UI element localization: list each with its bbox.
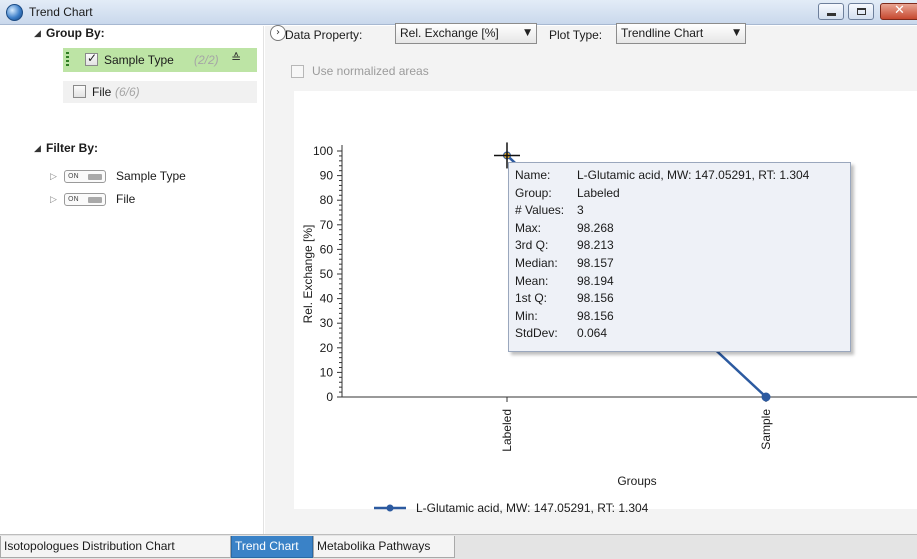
tooltip-key: 1st Q: xyxy=(515,291,548,306)
y-tick-label: 90 xyxy=(320,169,334,183)
expand-triangle-icon[interactable]: ▷ xyxy=(50,194,57,205)
toggle-knob xyxy=(88,197,102,203)
group-item-label: Sample Type xyxy=(104,53,174,67)
tooltip-row: StdDev: 0.064 xyxy=(515,326,607,342)
tooltip-row: 3rd Q: 98.213 xyxy=(515,238,614,254)
y-tick-label: 60 xyxy=(320,242,334,256)
tooltip-value: 98.268 xyxy=(577,220,614,235)
group-item-file[interactable]: File (6/6) xyxy=(63,81,257,103)
tooltip-value: 98.213 xyxy=(577,238,614,253)
drag-handle-icon[interactable] xyxy=(66,52,69,66)
plot-type-value: Trendline Chart xyxy=(621,26,704,40)
legend-marker xyxy=(386,504,394,512)
title-bar: Trend Chart ✕ xyxy=(0,0,917,25)
tooltip-value: L-Glutamic acid, MW: 147.05291, RT: 1.30… xyxy=(577,168,810,182)
y-tick-label: 50 xyxy=(320,267,334,281)
legend-label: L-Glutamic acid, MW: 147.05291, RT: 1.30… xyxy=(416,501,649,515)
toggle-on-label: ON xyxy=(68,172,79,180)
filter-item-label: File xyxy=(116,192,136,206)
tooltip-key: Mean: xyxy=(515,273,549,288)
group-item-sample-type[interactable]: ✓ Sample Type (2/2) ≙ xyxy=(63,48,257,72)
file-checkbox[interactable] xyxy=(73,85,86,98)
toggle-on-label: ON xyxy=(68,195,79,203)
data-point xyxy=(761,392,771,402)
expand-triangle-icon[interactable]: ▷ xyxy=(50,171,57,182)
close-button[interactable]: ✕ xyxy=(880,3,917,20)
tooltip-key: 3rd Q: xyxy=(515,238,549,253)
plot-type-select[interactable]: Trendline Chart ▼ xyxy=(616,23,746,44)
app-icon xyxy=(6,4,23,21)
tooltip-value: 98.156 xyxy=(577,291,614,306)
tab-trend-chart[interactable]: Trend Chart xyxy=(231,536,313,558)
x-axis-title: Groups xyxy=(617,474,656,488)
plot-type-label: Plot Type: xyxy=(549,28,603,42)
dropdown-arrow-icon: ▼ xyxy=(733,28,740,38)
y-tick-label: 40 xyxy=(320,292,334,306)
group-by-label: Group By: xyxy=(46,26,105,40)
y-tick-label: 100 xyxy=(313,144,333,158)
tooltip-key: Max: xyxy=(515,220,542,235)
tooltip-key: Min: xyxy=(515,308,538,323)
y-tick-label: 20 xyxy=(320,341,334,355)
tooltip-row: Min: 98.156 xyxy=(515,309,614,325)
group-item-count: (6/6) xyxy=(115,85,140,99)
tooltip-value: Labeled xyxy=(577,185,620,200)
y-tick-label: 70 xyxy=(320,218,334,232)
tooltip-row: Group: Labeled xyxy=(515,186,620,202)
tooltip-key: # Values: xyxy=(515,203,565,218)
close-icon: ✕ xyxy=(894,3,905,18)
tooltip-row: 1st Q: 98.156 xyxy=(515,291,614,307)
maximize-button[interactable] xyxy=(848,3,874,20)
tooltip-key: Group: xyxy=(515,185,552,200)
data-tooltip: Name: L-Glutamic acid, MW: 147.05291, RT:… xyxy=(508,162,851,352)
y-axis-title: Rel. Exchange [%] xyxy=(301,225,315,324)
tooltip-key: Median: xyxy=(515,256,558,270)
tooltip-value: 98.157 xyxy=(577,256,614,270)
maximize-icon xyxy=(857,8,866,15)
x-tick-label: Sample xyxy=(759,409,773,450)
sample-type-checkbox[interactable]: ✓ xyxy=(85,51,98,66)
y-tick-label: 0 xyxy=(326,390,333,404)
y-tick-label: 10 xyxy=(320,365,334,379)
tooltip-row: Median: 98.157 xyxy=(515,256,614,272)
bottom-tab-bar: Isotopologues Distribution Chart Trend C… xyxy=(0,534,917,559)
checkmark-icon: ✓ xyxy=(87,51,98,65)
collapse-triangle-icon[interactable]: ◢ xyxy=(34,143,41,154)
file-filter-toggle[interactable]: ON xyxy=(64,193,106,206)
collapse-triangle-icon[interactable]: ◢ xyxy=(34,28,41,39)
group-item-label: File xyxy=(92,85,112,99)
sample-type-filter-toggle[interactable]: ON xyxy=(64,170,106,183)
sort-icon[interactable]: ≙ xyxy=(231,51,241,65)
tooltip-row: Max: 98.268 xyxy=(515,221,614,237)
normalized-areas-checkbox[interactable] xyxy=(291,65,304,78)
filter-by-label: Filter By: xyxy=(46,141,99,155)
y-tick-label: 30 xyxy=(320,316,334,330)
tooltip-row: Name: L-Glutamic acid, MW: 147.05291, RT:… xyxy=(515,168,809,184)
data-property-value: Rel. Exchange [%] xyxy=(400,26,499,40)
window-title: Trend Chart xyxy=(29,5,93,19)
chevron-right-icon[interactable]: › xyxy=(270,25,286,41)
data-property-select[interactable]: Rel. Exchange [%] ▼ xyxy=(395,23,537,44)
tooltip-value: 0.064 xyxy=(577,326,608,341)
tooltip-row: Mean: 98.194 xyxy=(515,274,614,290)
tab-isotopologues-distribution-chart[interactable]: Isotopologues Distribution Chart xyxy=(0,536,231,558)
group-item-count: (2/2) xyxy=(194,53,219,67)
tooltip-value: 98.194 xyxy=(577,273,614,288)
minimize-button[interactable] xyxy=(818,3,844,20)
dropdown-arrow-icon: ▼ xyxy=(524,28,531,38)
normalized-areas-label: Use normalized areas xyxy=(312,64,429,78)
tooltip-key: Name: xyxy=(515,168,551,182)
tab-metabolika-pathways[interactable]: Metabolika Pathways xyxy=(313,536,455,558)
data-property-label: Data Property: xyxy=(285,28,363,42)
filter-item-label: Sample Type xyxy=(116,169,186,183)
tooltip-row: # Values: 3 xyxy=(515,203,584,219)
tooltip-key: StdDev: xyxy=(515,326,558,341)
y-tick-label: 80 xyxy=(320,193,334,207)
toggle-knob xyxy=(88,174,102,180)
tooltip-value: 3 xyxy=(577,203,584,218)
x-tick-label: Labeled xyxy=(500,409,514,452)
minimize-icon xyxy=(827,13,836,16)
grouping-panel: ◢ Group By: ✓ Sample Type (2/2) ≙ File (… xyxy=(0,26,264,534)
tooltip-value: 98.156 xyxy=(577,308,614,323)
